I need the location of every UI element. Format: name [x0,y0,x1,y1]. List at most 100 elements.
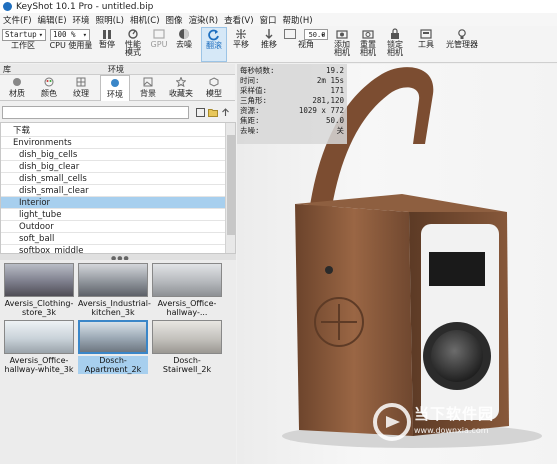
search-row [0,104,235,120]
tab-colors[interactable]: 颜色 [34,75,64,101]
menu-image[interactable]: 图像 [163,14,186,26]
menu-window[interactable]: 窗口 [257,14,280,26]
tab-environments[interactable]: 环境 [100,75,130,101]
tab-colors-label: 颜色 [41,89,57,98]
tree-item-dish-small-cells[interactable]: dish_small_cells [1,173,225,185]
tab-materials[interactable]: 材质 [2,75,32,101]
menu-environment[interactable]: 环境 [70,14,93,26]
fov-input[interactable]: 50.0 [304,28,328,40]
tree-item-outdoor[interactable]: Outdoor [1,221,225,233]
pan-button[interactable]: 平移 [230,27,252,62]
view-icon[interactable] [196,108,205,120]
camera-lock-icon [389,27,401,41]
thumbnail-caption: Aversis_Clothing- store_3k [4,299,74,317]
upload-icon[interactable] [221,108,230,120]
denoise-label: 去噪 [176,40,192,49]
menu-render[interactable]: 渲染(R) [186,14,222,26]
palette-icon [44,77,54,87]
add-camera-button[interactable]: 添加 相机 [332,27,352,62]
thumbnail-image [152,320,222,354]
tree-item-label: dish_small_cells [19,174,87,184]
tumble-button[interactable]: 翻滚 [201,27,227,62]
gpu-button[interactable]: GPU [149,27,169,62]
library-tabs: 材质 颜色 纹理 环境 背景 收藏夹 模型 [0,75,235,101]
scrollbar-thumb[interactable] [227,135,235,235]
tree-item-dish-big-cells[interactable]: dish_big_cells [1,149,225,161]
pan-label: 平移 [233,40,249,49]
tree-item-dish-small-clear[interactable]: dish_small_clear [1,185,225,197]
menu-help[interactable]: 帮助(H) [280,14,316,26]
tab-backplates[interactable]: 背景 [133,75,163,101]
workspace-select[interactable]: Startup [2,29,46,41]
tree-item-label: Outdoor [19,222,54,232]
tab-textures[interactable]: 纹理 [66,75,96,101]
tree-item-dish-big-clear[interactable]: dish_big_clear [1,161,225,173]
perspective-control[interactable]: 50.0 视角 [284,27,328,62]
tab-favorites-label: 收藏夹 [169,89,193,98]
thumbnail-dosch-apartment[interactable]: Dosch- Apartment_2k [78,320,148,374]
menu-file[interactable]: 文件(F) [0,14,35,26]
thumbnail-industrial-kitchen[interactable]: Aversis_Industrial- kitchen_3k [78,263,151,317]
light-manager-label: 光管理器 [446,40,478,49]
reset-camera-button[interactable]: 重置 相机 [358,27,378,62]
tree-item-label: 下载 [13,126,31,136]
pause-button[interactable]: 暂停 [96,27,118,62]
gpu-icon [153,27,165,41]
tab-backplates-label: 背景 [140,89,156,98]
render-stats-overlay: 每秒帧数: 19.2 时间: 2m 15s 采样值: 171 三角形: 281,120 … [237,64,347,144]
tree-item-soft-ball[interactable]: soft_ball [1,233,225,245]
globe-icon [110,78,120,88]
watermark-url: www.downxia.com [414,426,489,435]
tree-item-label: dish_small_clear [19,186,89,196]
texture-icon [76,77,86,87]
thumbnail-caption: Dosch- Apartment_2k [78,356,148,374]
tab-favorites[interactable]: 收藏夹 [166,75,196,101]
tree-item-label: dish_big_cells [19,150,78,160]
light-manager-button[interactable]: 光管理器 [444,27,480,62]
thumbnail-office-hallway-white[interactable]: Aversis_Office- hallway-white_3k [4,320,74,374]
thumbnail-image [4,263,74,297]
window-title: KeyShot 10.1 Pro - untitled.bip [16,1,154,12]
menu-view[interactable]: 查看(V) [221,14,256,26]
stat-resolution: 资源: 1029 x 772 [240,106,344,115]
performance-mode-label: 性能 模式 [125,40,141,57]
tree-item-softbox-middle[interactable]: softbox_middle [1,245,225,253]
stat-time: 时间: 2m 15s [240,76,344,85]
dolly-button[interactable]: 推移 [258,27,280,62]
tree-item-environments[interactable]: Environments [1,137,225,149]
tree-scrollbar[interactable] [225,123,235,253]
watermark-logo-icon [373,403,411,441]
environment-title: 环境 [108,65,124,74]
lock-camera-button[interactable]: 锁定 相机 [385,27,405,62]
keyshot-logo-icon [3,2,12,11]
thumbnail-office-hallway[interactable]: Aversis_Office- hallway-... [152,263,222,317]
tab-models[interactable]: 模型 [199,75,229,101]
performance-mode-button[interactable]: 性能 模式 [121,27,145,62]
tree-item-interior[interactable]: Interior [1,197,225,209]
thumbnail-image [4,320,74,354]
stat-triangles: 三角形: 281,120 [240,96,344,105]
thumbnail-dosch-stairwell[interactable]: Dosch- Stairwell_2k [152,320,222,374]
gpu-label: GPU [150,40,168,49]
denoise-button[interactable]: 去噪 [173,27,195,62]
stat-fps: 每秒帧数: 19.2 [240,66,344,75]
menu-edit[interactable]: 编辑(E) [35,14,70,26]
tree-item-light-tube[interactable]: light_tube [1,209,225,221]
folder-icon[interactable] [208,108,218,120]
stat-denoise: 去噪: 关 [240,126,344,135]
thumbnail-image [78,263,148,297]
menu-camera[interactable]: 相机(C) [127,14,163,26]
tab-textures-label: 纹理 [73,89,89,98]
search-input[interactable] [2,106,189,119]
tree-item-label: dish_big_clear [19,162,80,172]
thumbnail-clothing-store[interactable]: Aversis_Clothing- store_3k [4,263,74,317]
tools-button[interactable]: 工具 [415,27,437,62]
camera-add-icon [336,27,348,41]
tree-item-downloads[interactable]: 下载 [1,125,225,137]
zoom-select[interactable]: 100 % [50,29,90,41]
stat-focal-length: 焦距: 50.0 [240,116,344,125]
reset-camera-label: 重置 相机 [360,40,376,57]
denoise-icon [178,27,190,41]
cpu-usage-label: CPU 使用量 [49,41,93,50]
menu-lighting[interactable]: 照明(L) [93,14,127,26]
